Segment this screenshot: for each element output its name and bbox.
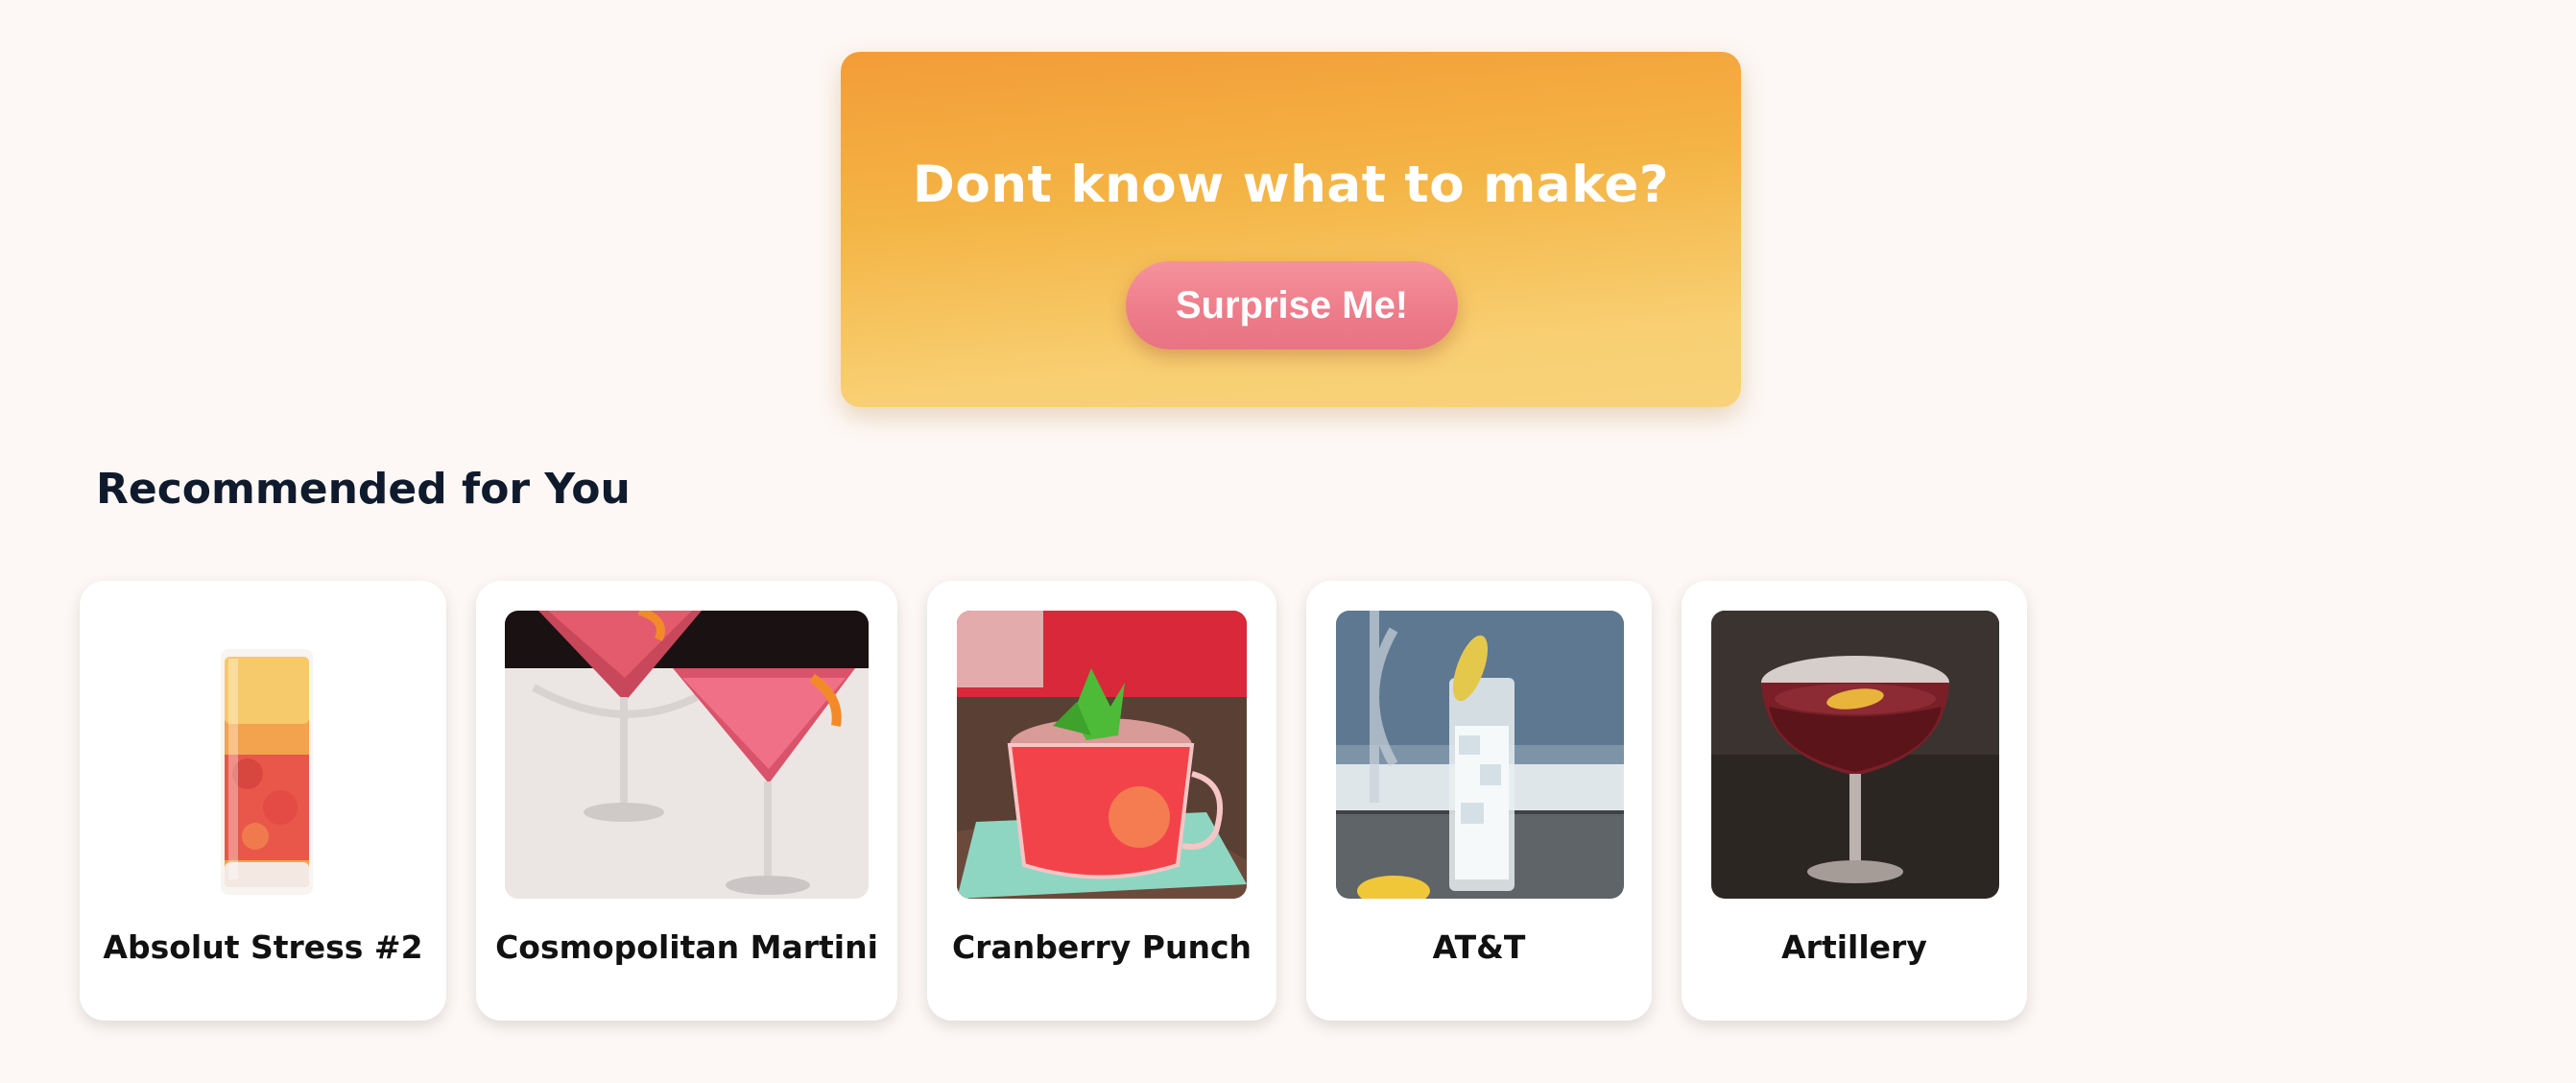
surprise-me-button[interactable]: Surprise Me! [1126, 261, 1458, 349]
recipe-card-title: Cranberry Punch [951, 928, 1252, 966]
cocktail-image [159, 611, 367, 899]
recommended-heading: Recommended for You [96, 465, 631, 514]
recipe-card-title: Artillery [1781, 928, 1927, 966]
recipe-card-title: Cosmopolitan Martini [495, 928, 878, 966]
cocktail-image [1711, 611, 1999, 899]
recipe-card-title: AT&T [1432, 928, 1526, 966]
cocktail-image [957, 611, 1247, 899]
hero-title: Dont know what to make? [912, 156, 1670, 214]
recipe-card[interactable]: Artillery [1682, 581, 2027, 1021]
recipe-card[interactable]: Cosmopolitan Martini [476, 581, 897, 1021]
recipe-card[interactable]: Absolut Stress #2 [80, 581, 446, 1021]
recipe-card[interactable]: Cranberry Punch [927, 581, 1276, 1021]
cocktail-image [505, 611, 869, 899]
recipe-card-title: Absolut Stress #2 [103, 928, 423, 966]
hero-banner: Dont know what to make? Surprise Me! [841, 52, 1741, 407]
cocktail-image [1336, 611, 1624, 899]
recipe-card[interactable]: AT&T [1306, 581, 1652, 1021]
